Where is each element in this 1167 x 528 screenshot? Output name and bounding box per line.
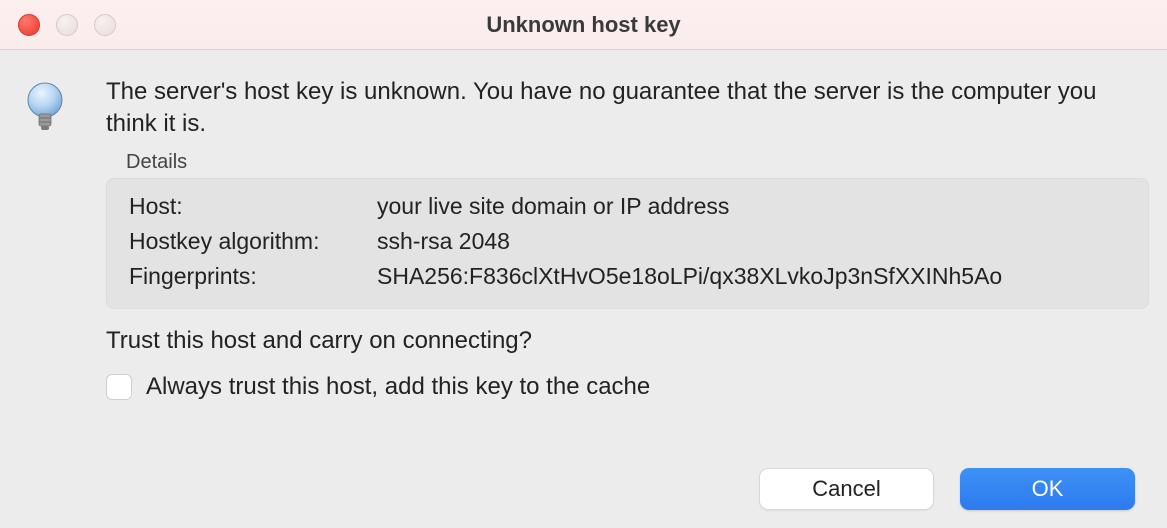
always-trust-label: Always trust this host, add this key to … bbox=[146, 373, 650, 401]
fingerprints-value: SHA256:F836clXtHvO5e18oLPi/qx38XLvkoJp3n… bbox=[377, 263, 1126, 290]
cancel-button[interactable]: Cancel bbox=[759, 468, 934, 510]
host-label: Host: bbox=[129, 193, 377, 220]
hostkey-algorithm-label: Hostkey algorithm: bbox=[129, 228, 377, 255]
dialog-window: Unknown host key bbox=[0, 0, 1167, 528]
dialog-message: The server's host key is unknown. You ha… bbox=[106, 76, 1149, 141]
minimize-icon bbox=[56, 14, 78, 36]
button-row: Cancel OK bbox=[22, 458, 1149, 510]
always-trust-checkbox[interactable] bbox=[106, 374, 132, 400]
window-controls bbox=[18, 14, 116, 36]
details-box: Host: your live site domain or IP addres… bbox=[106, 178, 1149, 309]
dialog-content: The server's host key is unknown. You ha… bbox=[0, 50, 1167, 528]
details-heading: Details bbox=[126, 151, 1149, 174]
always-trust-row[interactable]: Always trust this host, add this key to … bbox=[106, 373, 1149, 401]
host-value: your live site domain or IP address bbox=[377, 193, 1126, 220]
zoom-icon bbox=[94, 14, 116, 36]
titlebar: Unknown host key bbox=[0, 0, 1167, 50]
trust-question: Trust this host and carry on connecting? bbox=[106, 327, 1149, 355]
lightbulb-icon bbox=[22, 119, 68, 136]
window-title: Unknown host key bbox=[0, 12, 1167, 38]
close-icon[interactable] bbox=[18, 14, 40, 36]
hostkey-algorithm-value: ssh-rsa 2048 bbox=[377, 228, 1126, 255]
fingerprints-label: Fingerprints: bbox=[129, 263, 377, 290]
ok-button[interactable]: OK bbox=[960, 468, 1135, 510]
